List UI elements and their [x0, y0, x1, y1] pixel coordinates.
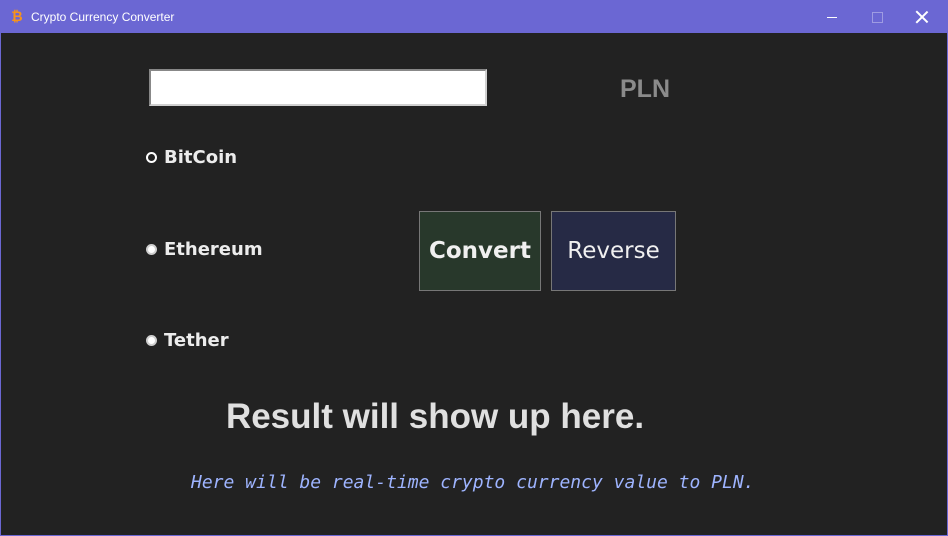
- maximize-button[interactable]: [854, 1, 900, 33]
- minimize-icon: [827, 17, 837, 18]
- radio-indicator: [146, 244, 157, 255]
- window-title: Crypto Currency Converter: [31, 10, 175, 24]
- radio-ethereum[interactable]: Ethereum: [146, 239, 263, 260]
- close-icon: [916, 11, 928, 23]
- title-bar[interactable]: ₿ Crypto Currency Converter: [1, 1, 947, 33]
- reverse-button[interactable]: Reverse: [551, 211, 676, 291]
- close-button[interactable]: [899, 1, 945, 33]
- maximize-icon: [871, 11, 883, 23]
- bitcoin-icon: ₿: [11, 9, 23, 25]
- radio-label-ethereum: Ethereum: [164, 239, 263, 260]
- result-text: Result will show up here.: [225, 397, 645, 436]
- target-currency-label: PLN: [620, 75, 670, 103]
- radio-bitcoin[interactable]: BitCoin: [146, 147, 237, 168]
- rate-info-text: Here will be real-time crypto currency v…: [191, 472, 755, 493]
- minimize-button[interactable]: [809, 1, 855, 33]
- amount-input[interactable]: [149, 69, 487, 106]
- convert-button[interactable]: Convert: [419, 211, 541, 291]
- app-window: ₿ Crypto Currency Converter PLN BitCoin …: [0, 0, 948, 536]
- radio-label-tether: Tether: [164, 330, 229, 351]
- radio-tether[interactable]: Tether: [146, 330, 229, 351]
- radio-indicator: [146, 152, 157, 163]
- radio-indicator: [146, 335, 157, 346]
- radio-label-bitcoin: BitCoin: [164, 147, 238, 168]
